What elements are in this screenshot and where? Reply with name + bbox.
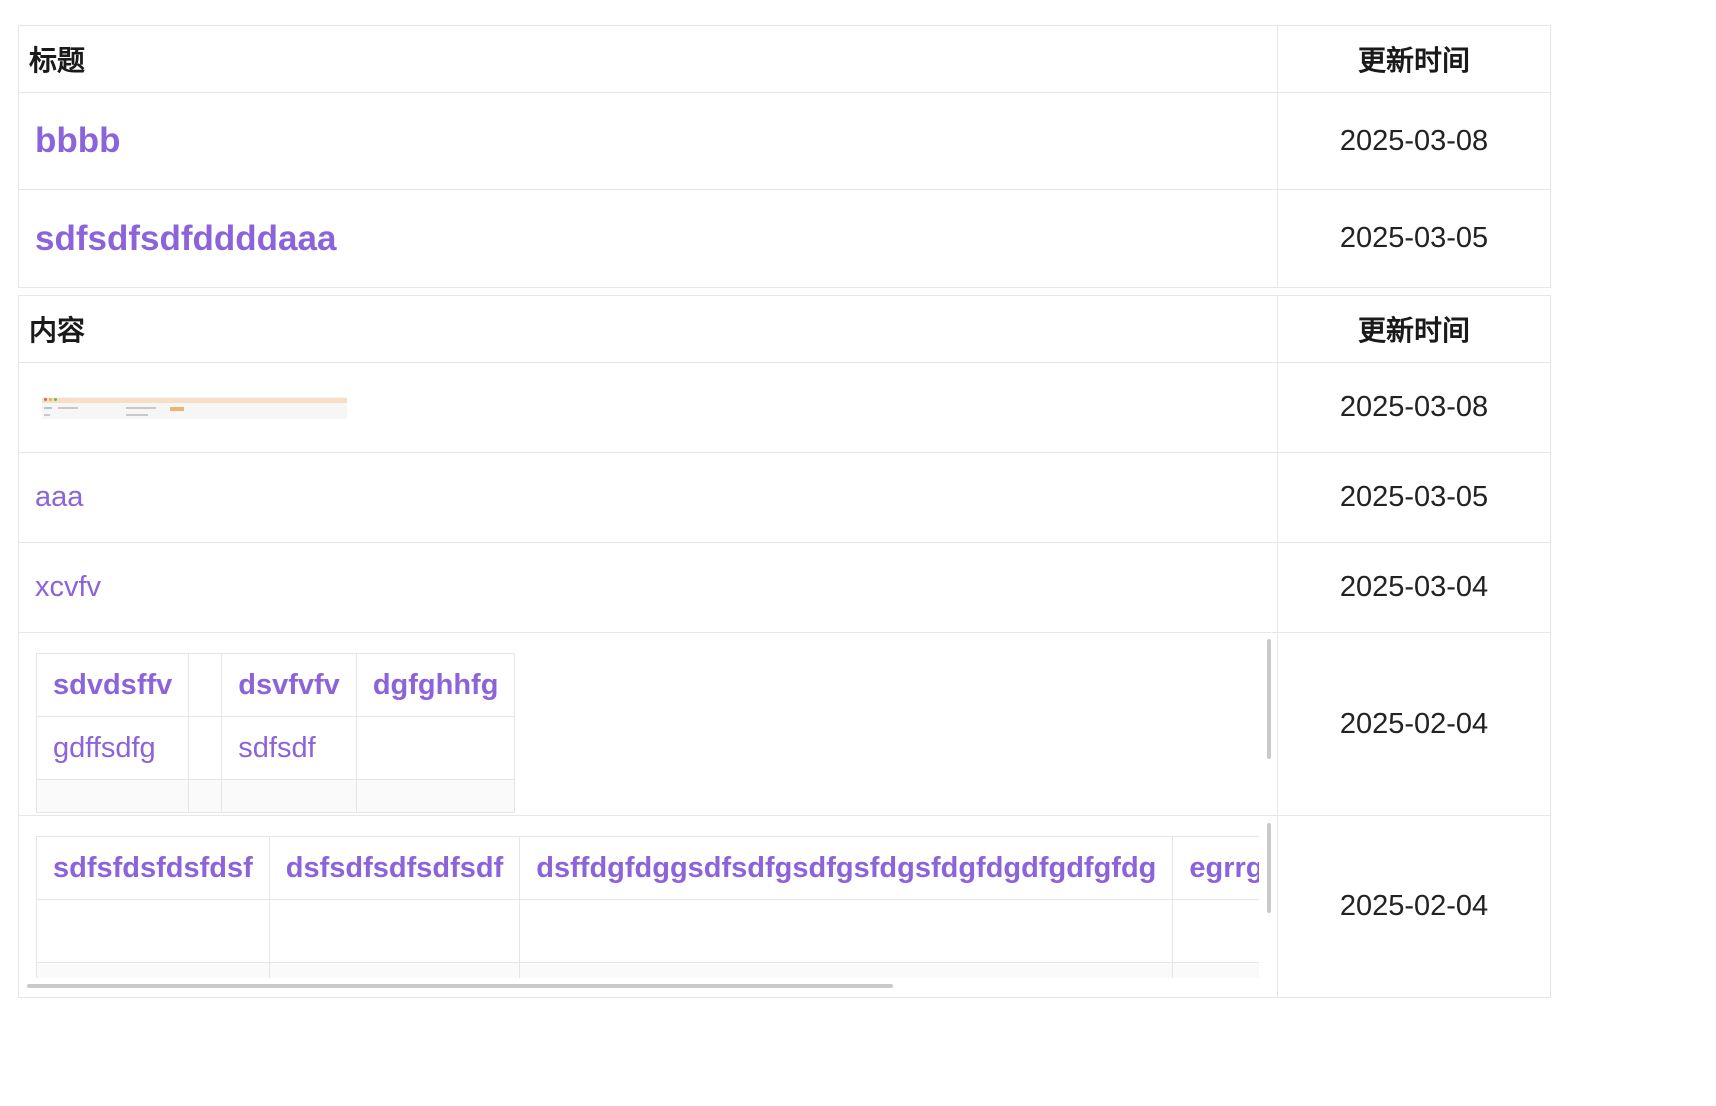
- nested-table: sdfsfdsfdsfdsf dsfsdfsdfsdfsdf dsffdgfdg…: [36, 836, 1259, 978]
- nested-table-container: sdfsfdsfdsfdsf dsfsdfsdfsdfsdf dsffdgfdg…: [19, 816, 1278, 997]
- nested-table-cell: [355, 716, 516, 780]
- nested-table-cell: [188, 716, 223, 780]
- nested-table-cell[interactable]: sdvdsffv: [35, 653, 190, 717]
- table-row: xcvfv 2025-03-04: [19, 543, 1550, 633]
- updated-column-header: 更新时间: [1357, 45, 1470, 76]
- updated-date: 2025-03-08: [1339, 124, 1489, 157]
- vertical-scrollbar[interactable]: [1267, 639, 1271, 759]
- updated-date: 2025-02-04: [1339, 707, 1489, 740]
- updated-date: 2025-03-04: [1339, 571, 1489, 603]
- updated-column-header: 更新时间: [1357, 315, 1470, 346]
- title-column-header: 标题: [19, 26, 1278, 92]
- updated-date: 2025-03-08: [1339, 391, 1489, 423]
- vertical-scrollbar[interactable]: [1267, 823, 1271, 913]
- horizontal-scrollbar[interactable]: [27, 984, 893, 988]
- table-row: sdfsdfsdfddddaaa 2025-03-05: [19, 190, 1550, 287]
- nested-table-cell[interactable]: egrrgl: [1172, 836, 1259, 900]
- table-row: sdfsfdsfdsfdsf dsfsdfsdfsdfsdf dsffdgfdg…: [19, 816, 1550, 997]
- updated-date: 2025-03-05: [1339, 481, 1489, 513]
- table-row: aaa 2025-03-05: [19, 453, 1550, 543]
- nested-table-cell[interactable]: dsffdgfdggsdfsdfgsdfgsfdgsfdgfdgdfgdfgfd…: [519, 836, 1174, 900]
- nested-table-cell[interactable]: dgfghhfg: [355, 653, 516, 717]
- nested-table-cell: [188, 653, 223, 717]
- titles-header-row: 标题 更新时间: [19, 26, 1550, 93]
- table-row: 2025-03-08: [19, 363, 1550, 453]
- nested-table-cell[interactable]: dsfsdfsdfsdfsdf: [268, 836, 521, 900]
- content-link[interactable]: xcvfv: [19, 571, 101, 604]
- content-link[interactable]: aaa: [19, 481, 83, 514]
- nested-table-cell[interactable]: sdfsdf: [221, 716, 357, 780]
- contents-table: 内容 更新时间 2025-03-08 aaa 2025-03-05 xcvfv …: [18, 295, 1551, 998]
- nested-table-cell[interactable]: gdffsdfg: [35, 716, 190, 780]
- nested-table-container: sdvdsffv dsvfvfv dgfghhfg gdffsdfg sdfsd…: [19, 633, 1278, 815]
- title-link[interactable]: bbbb: [19, 121, 121, 161]
- updated-date: 2025-03-05: [1339, 222, 1489, 254]
- titles-table: 标题 更新时间 bbbb 2025-03-08 sdfsdfsdfddddaaa…: [18, 25, 1551, 288]
- nested-table: sdvdsffv dsvfvfv dgfghhfg gdffsdfg sdfsd…: [35, 653, 516, 813]
- screenshot-thumbnail[interactable]: [42, 396, 347, 419]
- nested-table-cell[interactable]: dsvfvfv: [221, 653, 357, 717]
- table-row: bbbb 2025-03-08: [19, 93, 1550, 190]
- contents-header-row: 内容 更新时间: [19, 296, 1550, 363]
- nested-table-viewport: sdfsfdsfdsfdsf dsfsdfsdfsdfsdf dsffdgfdg…: [36, 836, 1259, 978]
- table-row: sdvdsffv dsvfvfv dgfghhfg gdffsdfg sdfsd…: [19, 633, 1550, 816]
- content-column-header: 内容: [19, 296, 1278, 362]
- nested-table-cell[interactable]: sdfsfdsfdsfdsf: [36, 836, 270, 900]
- title-link[interactable]: sdfsdfsdfddddaaa: [19, 219, 336, 259]
- updated-date: 2025-02-04: [1339, 890, 1489, 922]
